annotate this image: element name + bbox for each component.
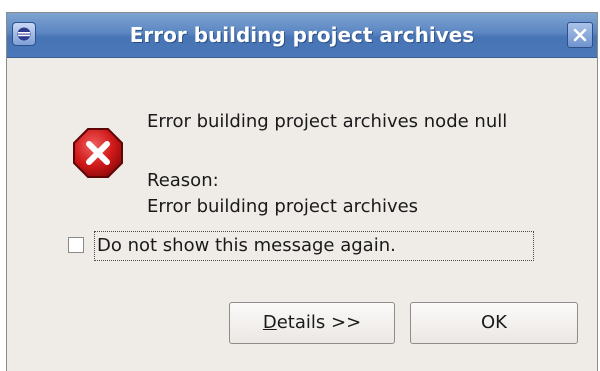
dont-show-again-row[interactable]: Do not show this message again. xyxy=(68,231,538,261)
error-icon xyxy=(73,128,123,178)
ok-button[interactable]: OK xyxy=(410,302,578,344)
dont-show-again-label[interactable]: Do not show this message again. xyxy=(94,231,534,261)
details-button[interactable]: Details >> xyxy=(229,302,395,344)
reason-text: Error building project archives xyxy=(147,196,419,217)
reason-label: Reason: xyxy=(147,170,219,191)
title-bar[interactable]: Error building project archives xyxy=(7,13,597,58)
details-mnemonic: D xyxy=(262,312,277,333)
error-message: Error building project archives node nul… xyxy=(147,111,508,132)
error-dialog: Error building project archives Error bu… xyxy=(6,12,598,371)
window-title: Error building project archives xyxy=(129,23,475,47)
checkbox-icon[interactable] xyxy=(68,237,84,253)
close-icon[interactable] xyxy=(567,22,593,48)
eclipse-app-icon[interactable] xyxy=(12,22,36,46)
details-label: etails >> xyxy=(276,312,362,333)
